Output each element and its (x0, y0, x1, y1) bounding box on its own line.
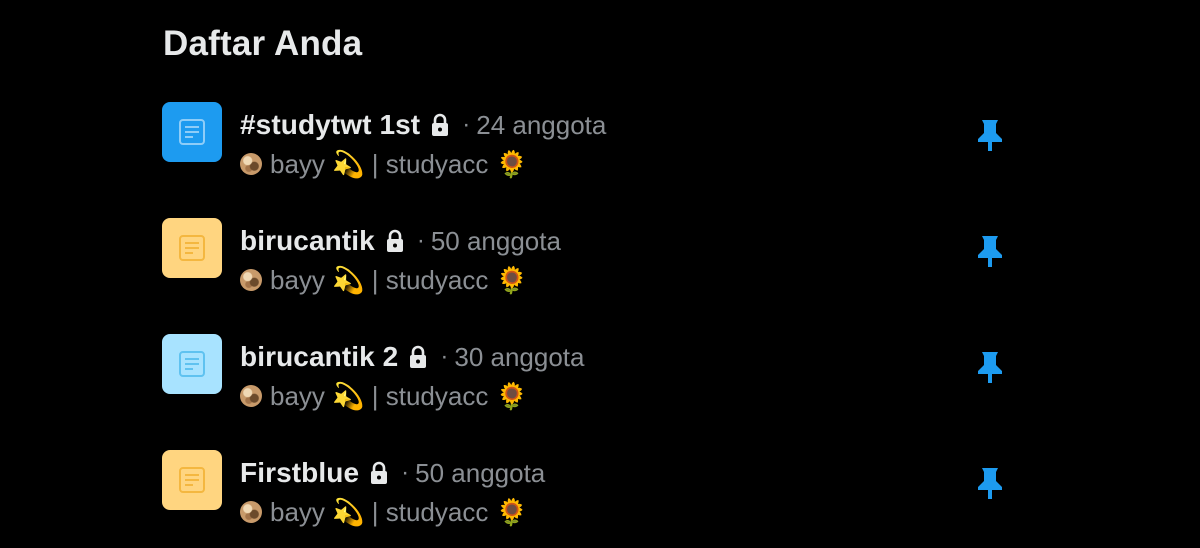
pin-button[interactable] (966, 227, 1014, 275)
list-info: #studytwt 1st · 24 anggota bayy 💫 | stud… (240, 105, 940, 183)
list-owner-line: bayy 💫 | studyacc 🌻 (240, 145, 940, 183)
list-header-line: Firstblue · 50 anggota (240, 453, 940, 493)
list-item[interactable]: birucantik · 50 anggota bayy 💫 | studyac… (0, 209, 1200, 325)
separator-dot: · (401, 459, 410, 486)
list-name: birucantik (240, 225, 375, 256)
lock-icon (408, 345, 428, 369)
section-title: Daftar Anda (163, 24, 363, 63)
list-thumbnail (162, 450, 222, 510)
list-thumbnail (162, 218, 222, 278)
owner-name: bayy 💫 | studyacc 🌻 (270, 496, 528, 527)
owner-name: bayy 💫 | studyacc 🌻 (270, 148, 528, 179)
list-owner-line: bayy 💫 | studyacc 🌻 (240, 377, 940, 415)
list-info: birucantik 2 · 30 anggota bayy 💫 | study… (240, 337, 940, 415)
separator-dot: · (416, 227, 425, 254)
list-name: birucantik 2 (240, 341, 399, 372)
pin-icon (978, 236, 1002, 267)
list-thumbnail (162, 334, 222, 394)
list-header-line: birucantik · 50 anggota (240, 221, 940, 261)
separator-dot: · (440, 343, 449, 370)
pin-icon (978, 120, 1002, 151)
list-document-icon (179, 235, 205, 261)
list-item[interactable]: #studytwt 1st · 24 anggota bayy 💫 | stud… (0, 93, 1200, 209)
list-name: #studytwt 1st (240, 109, 421, 140)
your-lists-section: Daftar Anda #studytwt 1st · 24 anggota b… (0, 0, 1200, 548)
owner-name: bayy 💫 | studyacc 🌻 (270, 264, 528, 295)
list-owner-line: bayy 💫 | studyacc 🌻 (240, 493, 940, 531)
list-document-icon (179, 351, 205, 377)
list-document-icon (179, 119, 205, 145)
lock-icon (369, 461, 389, 485)
list-thumbnail (162, 102, 222, 162)
avatar (240, 269, 262, 291)
pin-icon (978, 468, 1002, 499)
list-info: birucantik · 50 anggota bayy 💫 | studyac… (240, 221, 940, 299)
pin-icon (978, 352, 1002, 383)
member-count: 24 anggota (476, 109, 607, 140)
member-count: 30 anggota (454, 341, 585, 372)
lock-icon (385, 229, 405, 253)
avatar (240, 385, 262, 407)
list-document-icon (179, 467, 205, 493)
list-item[interactable]: Firstblue · 50 anggota bayy 💫 | studyacc… (0, 441, 1200, 548)
list-name: Firstblue (240, 457, 360, 488)
list-header-line: #studytwt 1st · 24 anggota (240, 105, 940, 145)
avatar (240, 153, 262, 175)
separator-dot: · (462, 111, 471, 138)
pin-button[interactable] (966, 459, 1014, 507)
list-info: Firstblue · 50 anggota bayy 💫 | studyacc… (240, 453, 940, 531)
member-count: 50 anggota (415, 457, 546, 488)
owner-name: bayy 💫 | studyacc 🌻 (270, 380, 528, 411)
pin-button[interactable] (966, 343, 1014, 391)
avatar (240, 501, 262, 523)
member-count: 50 anggota (430, 225, 561, 256)
pin-button[interactable] (966, 111, 1014, 159)
list-header-line: birucantik 2 · 30 anggota (240, 337, 940, 377)
lock-icon (430, 113, 450, 137)
list-item[interactable]: birucantik 2 · 30 anggota bayy 💫 | study… (0, 325, 1200, 441)
list-owner-line: bayy 💫 | studyacc 🌻 (240, 261, 940, 299)
